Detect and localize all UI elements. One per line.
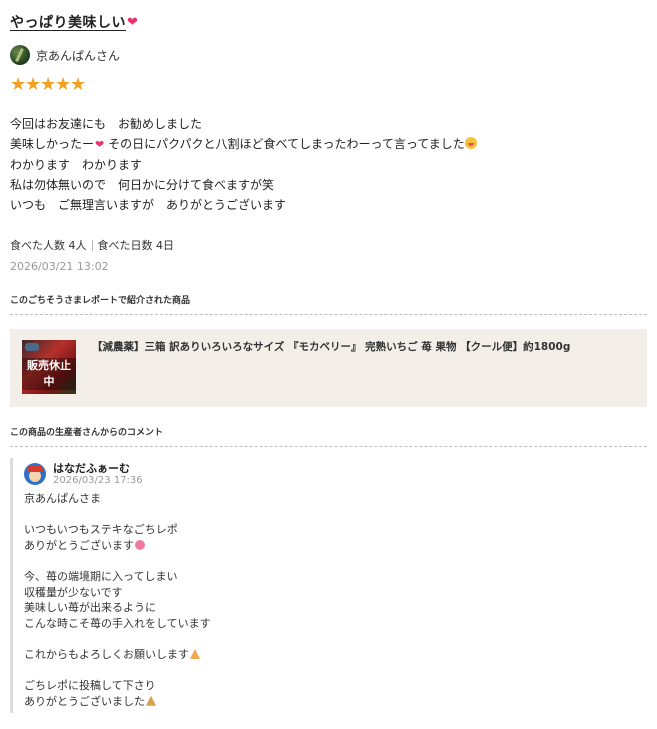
reviewer-avatar[interactable] (10, 45, 30, 65)
product-thumbnail[interactable]: 販売休止中 (22, 340, 76, 394)
review-stats: 食べた人数 4人 食べた日数 4日 (10, 237, 647, 253)
comment-line (24, 507, 647, 523)
comment-line-part: これからもよろしくお願いします (24, 647, 189, 661)
days-count: 食べた日数 4日 (97, 239, 175, 252)
review-line: 今回はお友達にも お勧めしました (10, 117, 203, 131)
review-date: 2026/03/21 13:02 (10, 260, 109, 273)
bowing-person-icon (190, 648, 200, 659)
comment-line: こんな時こそ苺の手入れをしています (24, 616, 211, 630)
comment-line: いつもいつもステキなごちレポ (24, 523, 178, 537)
review-line-part: 美味しかったー (10, 137, 95, 151)
featured-product-heading: このごちそうさまレポートで紹介された商品 (10, 293, 647, 315)
review-card: やっぱり美味しい ❤ 京あんぱんさん ★ ★ ★ ★ ★ 今回はお友達にも お勧… (0, 0, 647, 714)
comment-body: 京あんぱんさま いつもいつもステキなごちレポ ありがとうございます 今、苺の端境… (24, 491, 647, 709)
comment-line: 今、苺の端境期に入ってしまい (24, 569, 178, 583)
producer-comment-heading: この商品の生産者さんからのコメント (10, 425, 647, 447)
producer-comment: はなだふぁーむ 2026/03/23 17:36 京あんぱんさま いつもいつもス… (10, 458, 647, 714)
comment-line: ありがとうございます (24, 538, 647, 554)
featured-product-card[interactable]: 販売休止中 【減農薬】三箱 訳ありいろいろなサイズ 『モカベリー』 完熟いちご … (10, 329, 647, 407)
producer-avatar[interactable] (24, 463, 46, 485)
star-icon: ★ (55, 74, 72, 95)
sold-out-badge: 販売休止中 (22, 358, 76, 390)
comment-line (24, 663, 647, 679)
comment-line: 京あんぱんさま (24, 492, 101, 505)
comment-line-part: ありがとうございました (24, 694, 145, 708)
star-icon: ★ (25, 74, 42, 95)
comment-line (24, 631, 647, 647)
comment-line: 収穫量が少ないです (24, 585, 123, 599)
stats-divider (91, 239, 93, 251)
product-name-link[interactable]: 【減農薬】三箱 訳ありいろいろなサイズ 『モカベリー』 完熟いちご 苺 果物 【… (92, 340, 570, 354)
review-line: 私は勿体無いので 何日かに分けて食べますが笑 (10, 178, 275, 192)
grinning-face-icon (464, 137, 477, 149)
heart-icon: ❤ (95, 138, 105, 151)
comment-line: ありがとうございました (24, 694, 647, 710)
review-line-part: その日にパクパクと八割ほど食べてしまったわーって言ってました (108, 137, 465, 151)
review-title[interactable]: やっぱり美味しい (10, 12, 126, 32)
rating-stars: ★ ★ ★ ★ ★ (10, 76, 647, 94)
crying-face-icon (135, 539, 145, 550)
review-line: 美味しかったー❤ その日にパクパクと八割ほど食べてしまったわーって言ってました (10, 134, 647, 155)
review-line: わかります わかります (10, 158, 143, 172)
comment-line: ごちレポに投稿して下さり (24, 679, 156, 693)
reviewer-name[interactable]: 京あんぱんさん (36, 47, 120, 64)
star-icon: ★ (70, 74, 87, 95)
review-body: 今回はお友達にも お勧めしました 美味しかったー❤ その日にパクパクと八割ほど食… (10, 114, 647, 215)
comment-line: これからもよろしくお願いします (24, 647, 647, 663)
comment-line: 美味しい苺が出来るように (24, 601, 156, 615)
comment-date: 2026/03/23 17:36 (53, 475, 143, 486)
people-count: 食べた人数 4人 (10, 239, 87, 252)
reviewer-row[interactable]: 京あんぱんさん (10, 44, 647, 66)
star-icon: ★ (10, 74, 27, 95)
producer-name[interactable]: はなだふぁーむ (53, 462, 143, 475)
heart-icon: ❤ (127, 14, 138, 30)
bowing-person-icon (146, 695, 156, 706)
review-line: いつも ご無理言いますが ありがとうございます (10, 198, 287, 212)
brand-tag-icon (25, 343, 39, 351)
comment-line-part: ありがとうございます (24, 538, 134, 552)
star-icon: ★ (40, 74, 57, 95)
comment-header: はなだふぁーむ 2026/03/23 17:36 (24, 462, 647, 487)
comment-line (24, 553, 647, 569)
review-title-row: やっぱり美味しい ❤ (10, 11, 647, 33)
